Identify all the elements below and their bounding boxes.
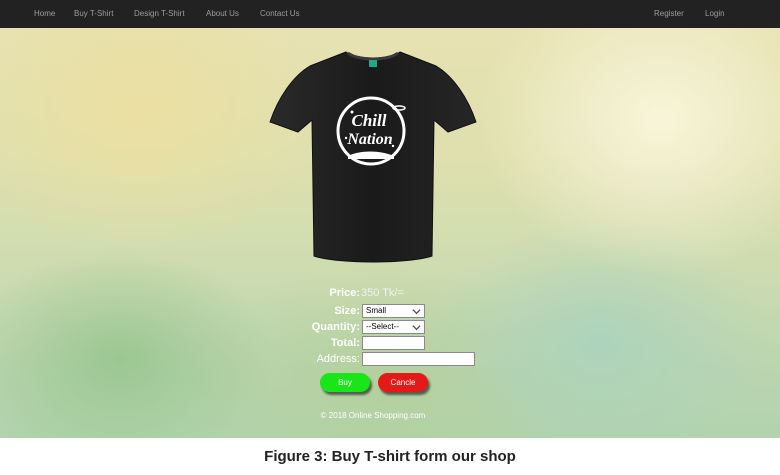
- address-label: Address:: [316, 353, 360, 365]
- nav-contact-us[interactable]: Contact Us: [260, 0, 300, 28]
- cancel-button[interactable]: Cancle: [378, 373, 428, 392]
- quantity-label: Quantity:: [311, 321, 360, 333]
- tshirt-print-line2: Nation: [346, 131, 392, 148]
- nav-design-tshirt[interactable]: Design T-Shirt: [134, 0, 185, 28]
- size-label: Size:: [334, 305, 360, 317]
- size-row: Size: Small: [0, 304, 780, 318]
- quantity-select[interactable]: --Select--: [362, 320, 425, 334]
- total-label: Total:: [330, 337, 360, 349]
- quantity-row: Quantity: --Select--: [0, 320, 780, 334]
- top-navbar: Home Buy T-Shirt Design T-Shirt About Us…: [0, 0, 780, 28]
- figure-caption: Figure 3: Buy T-shirt form our shop: [264, 448, 516, 465]
- footer-copyright: © 2018 Online Shopping.com: [320, 411, 426, 420]
- tshirt-print-line1: Chill: [352, 111, 387, 130]
- app-screen: Home Buy T-Shirt Design T-Shirt About Us…: [0, 0, 780, 438]
- buy-button[interactable]: Buy: [320, 373, 370, 392]
- price-row: Price: 350 Tk/=: [0, 286, 780, 300]
- size-selected-value: Small: [366, 306, 387, 315]
- address-row: Address:: [0, 352, 780, 366]
- nav-register[interactable]: Register: [654, 0, 684, 28]
- chevron-down-icon: [412, 309, 421, 315]
- nav-home[interactable]: Home: [34, 0, 55, 28]
- nav-buy-tshirt[interactable]: Buy T-Shirt: [74, 0, 113, 28]
- nav-about-us[interactable]: About Us: [206, 0, 239, 28]
- total-row: Total:: [0, 336, 780, 350]
- size-select[interactable]: Small: [362, 304, 425, 318]
- chevron-down-icon: [412, 325, 421, 331]
- nav-login[interactable]: Login: [705, 0, 725, 28]
- quantity-selected-value: --Select--: [366, 322, 399, 331]
- price-label: Price:: [329, 287, 360, 299]
- total-field[interactable]: [362, 336, 425, 350]
- tshirt-product-image: Chill Nation: [269, 51, 477, 263]
- address-input[interactable]: [362, 352, 475, 366]
- price-value: 350 Tk/=: [361, 287, 404, 299]
